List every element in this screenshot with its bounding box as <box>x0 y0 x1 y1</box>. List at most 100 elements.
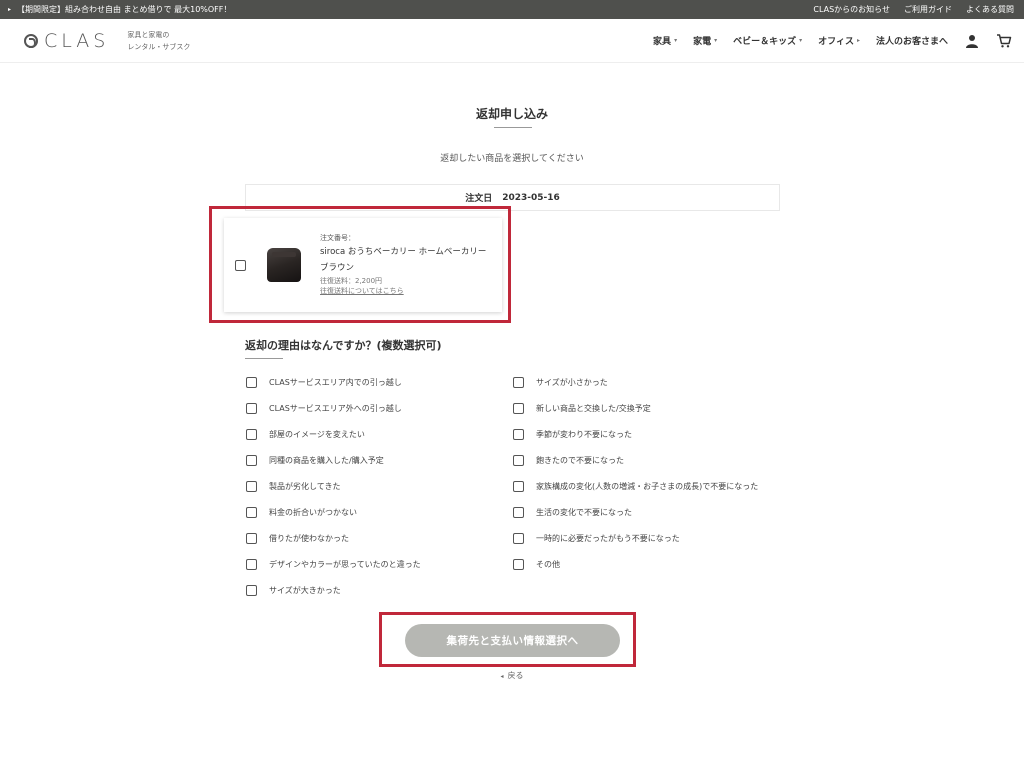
product-card[interactable]: 注文番号： siroca おうちベーカリー ホームベーカリー ブラウン 往復送料… <box>224 218 502 312</box>
main-content: 返却申し込み 返却したい商品を選択してください 注文日 2023-05-16 注… <box>0 63 1024 762</box>
chevron-down-icon: ▾ <box>799 37 803 44</box>
reason-label: その他 <box>536 560 560 569</box>
reason-option[interactable]: デザインやカラーが思っていたのと違った <box>246 559 421 570</box>
reason-option[interactable]: 飽きたので不要になった <box>513 455 624 466</box>
news-link[interactable]: CLASからのお知らせ <box>813 4 890 15</box>
reason-checkbox[interactable] <box>513 455 524 466</box>
reason-label: 同種の商品を購入した/購入予定 <box>269 456 384 465</box>
reason-checkbox[interactable] <box>246 507 257 518</box>
faq-link[interactable]: よくある質問 <box>966 4 1014 15</box>
reason-option[interactable]: CLASサービスエリア内での引っ越し <box>246 377 402 388</box>
tagline-line-1: 家具と家電の <box>127 30 170 39</box>
reason-checkbox[interactable] <box>513 559 524 570</box>
cart-icon[interactable] <box>996 33 1012 49</box>
order-date-label: 注文日 <box>465 194 493 204</box>
reason-checkbox[interactable] <box>246 429 257 440</box>
reason-label: デザインやカラーが思っていたのと違った <box>269 560 421 569</box>
product-image <box>266 246 302 284</box>
back-arrow-icon: ◂ <box>500 673 504 680</box>
reason-checkbox[interactable] <box>513 377 524 388</box>
tagline-line-2: レンタル・サブスク <box>127 42 191 51</box>
reason-title-divider <box>245 358 283 359</box>
guide-link[interactable]: ご利用ガイド <box>904 4 952 15</box>
reason-option[interactable]: 料金の折合いがつかない <box>246 507 357 518</box>
reason-label: 部屋のイメージを変えたい <box>269 430 365 439</box>
tagline: 家具と家電の レンタル・サブスク <box>127 29 190 53</box>
reason-checkbox[interactable] <box>246 455 257 466</box>
account-icon[interactable] <box>964 33 980 49</box>
product-name-line-1: siroca おうちベーカリー ホームベーカリー <box>320 246 487 257</box>
promo-banner[interactable]: ▸ 【期間限定】組み合わせ自由 まとめ借りで 最大10%OFF！ <box>8 4 231 15</box>
product-info: 注文番号： siroca おうちベーカリー ホームベーカリー ブラウン 往復送料… <box>320 233 486 297</box>
nav-label: オフィス <box>818 37 854 47</box>
site-logo[interactable]: CLAS <box>24 30 109 52</box>
reason-label: 一時的に必要だったがもう不要になった <box>536 534 680 543</box>
nav-label: 家具 <box>653 37 672 47</box>
reason-option[interactable]: 新しい商品と交換した/交換予定 <box>513 403 651 414</box>
reason-option[interactable]: CLASサービスエリア外への引っ越し <box>246 403 402 414</box>
reason-checkbox[interactable] <box>246 559 257 570</box>
reason-option[interactable]: 製品が劣化してきた <box>246 481 341 492</box>
logo-mark-icon <box>24 33 38 48</box>
reason-checkbox[interactable] <box>246 377 257 388</box>
promo-arrow-icon: ▸ <box>8 6 12 13</box>
proceed-to-pickup-button[interactable]: 集荷先と支払い情報選択へ <box>405 624 620 657</box>
reason-checkbox[interactable] <box>246 403 257 414</box>
shipping-fee-link[interactable]: 往復送料についてはこちら <box>320 286 486 297</box>
reason-checkbox[interactable] <box>246 585 257 596</box>
nav-business[interactable]: 法人のお客さまへ <box>876 34 948 47</box>
page-title: 返却申し込み <box>475 107 548 121</box>
reason-option[interactable]: サイズが大きかった <box>246 585 341 596</box>
title-divider <box>494 127 532 128</box>
nav-furniture[interactable]: 家具 ▾ <box>653 34 677 47</box>
reason-label: 飽きたので不要になった <box>536 456 624 465</box>
reason-option[interactable]: サイズが小さかった <box>513 377 608 388</box>
reason-label: 生活の変化で不要になった <box>536 508 632 517</box>
reason-checkbox[interactable] <box>513 429 524 440</box>
reason-label: 季節が変わり不要になった <box>536 430 632 439</box>
utility-links: CLASからのお知らせ ご利用ガイド よくある質問 <box>813 4 1014 15</box>
logo-text: CLAS <box>44 29 110 52</box>
reason-option[interactable]: 家族構成の変化(人数の増減・お子さまの成長)で不要になった <box>513 481 758 492</box>
bread-machine-image <box>267 248 301 282</box>
order-date-value: 2023-05-16 <box>502 192 560 203</box>
nav-appliances[interactable]: 家電 ▾ <box>693 34 717 47</box>
reason-checkbox[interactable] <box>513 507 524 518</box>
reason-label: 料金の折合いがつかない <box>269 508 357 517</box>
reason-option[interactable]: 生活の変化で不要になった <box>513 507 632 518</box>
back-link[interactable]: ◂ 戻る <box>0 670 1024 681</box>
reason-section-title: 返却の理由はなんですか？(複数選択可) <box>245 339 442 352</box>
product-name-line-2: ブラウン <box>320 262 355 273</box>
chevron-down-icon: ▾ <box>674 37 678 44</box>
order-number-label: 注文番号： <box>320 234 355 243</box>
reason-option[interactable]: 同種の商品を購入した/購入予定 <box>246 455 384 466</box>
nav-label: 家電 <box>693 37 712 47</box>
reason-option[interactable]: 一時的に必要だったがもう不要になった <box>513 533 680 544</box>
shipping-fee: 往復送料：2,200円 <box>320 276 383 285</box>
reason-label: 家族構成の変化(人数の増減・お子さまの成長)で不要になった <box>536 482 759 491</box>
reason-checkbox[interactable] <box>513 533 524 544</box>
back-label: 戻る <box>507 671 524 680</box>
reason-label: サイズが小さかった <box>536 378 608 387</box>
nav-label: 法人のお客さまへ <box>875 37 948 47</box>
reason-option[interactable]: 季節が変わり不要になった <box>513 429 632 440</box>
reason-checkbox[interactable] <box>246 481 257 492</box>
reason-label: サイズが大きかった <box>269 586 341 595</box>
reason-label: 新しい商品と交換した/交換予定 <box>536 404 651 413</box>
promo-text[interactable]: 【期間限定】組み合わせ自由 まとめ借りで 最大10%OFF！ <box>17 4 231 15</box>
reason-option[interactable]: 部屋のイメージを変えたい <box>246 429 365 440</box>
site-header: CLAS 家具と家電の レンタル・サブスク 家具 ▾ 家電 ▾ ベビー＆キッズ … <box>0 19 1024 63</box>
reason-checkbox[interactable] <box>513 481 524 492</box>
reason-checkbox[interactable] <box>513 403 524 414</box>
logo-area: CLAS 家具と家電の レンタル・サブスク <box>24 29 190 53</box>
reason-label: 借りたが使わなかった <box>269 534 349 543</box>
promo-bar: ▸ 【期間限定】組み合わせ自由 まとめ借りで 最大10%OFF！ CLASからの… <box>0 0 1024 19</box>
product-checkbox[interactable] <box>235 259 246 271</box>
reason-option[interactable]: その他 <box>513 559 560 570</box>
reason-option[interactable]: 借りたが使わなかった <box>246 533 349 544</box>
reason-checkbox[interactable] <box>246 533 257 544</box>
nav-baby-kids[interactable]: ベビー＆キッズ ▾ <box>733 34 802 47</box>
chevron-down-icon: ▾ <box>714 37 718 44</box>
reason-label: CLASサービスエリア内での引っ越し <box>269 378 402 387</box>
nav-office[interactable]: オフィス ▸ <box>818 34 860 47</box>
